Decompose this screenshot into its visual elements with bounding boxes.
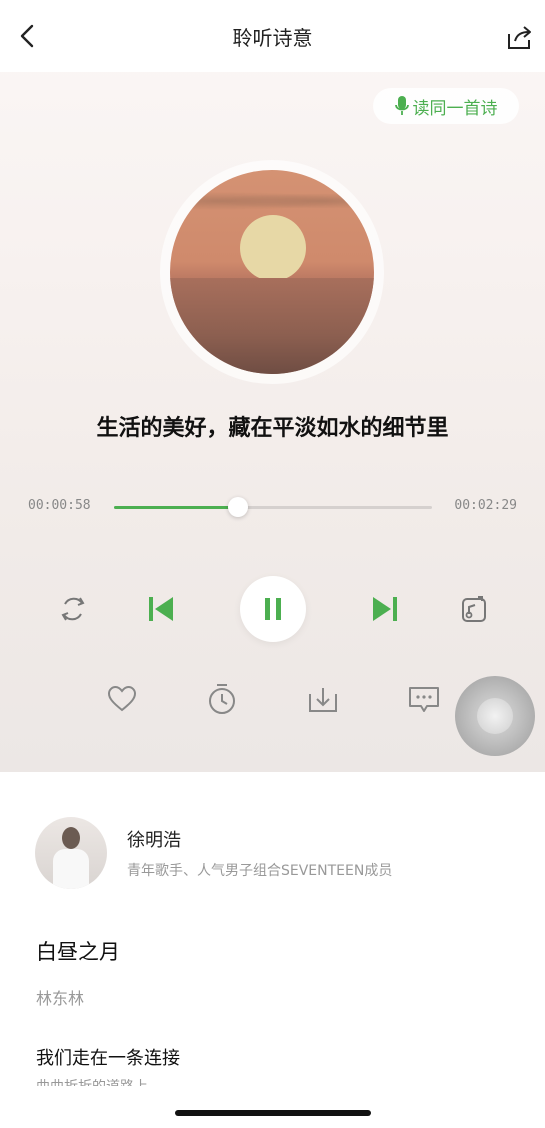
read-same-poem-button[interactable]: 读同一首诗 [373,88,519,124]
artist-description: 青年歌手、人气男子组合SEVENTEEN成员 [127,863,393,879]
poem-line: 我们走在一条连接 [36,1048,180,1069]
poem-title: 白昼之月 [36,940,120,964]
timer-icon[interactable] [206,682,238,716]
comment-icon[interactable] [407,684,441,716]
download-icon[interactable] [306,684,340,716]
artist-name[interactable]: 徐明浩 [127,826,181,852]
home-indicator [175,1110,371,1116]
poem-line-partial: 曲曲折折的道路上 [36,1076,226,1086]
poem-author: 林东林 [36,989,85,1008]
progress-fill [114,506,239,509]
album-art-sunset [170,170,374,374]
microphone-icon [394,96,409,115]
floating-assistive-button[interactable] [455,676,535,756]
current-lyric: 生活的美好，藏在平淡如水的细节里 [96,416,449,441]
nav-header: 聆听诗意 [0,0,545,72]
heart-icon[interactable] [106,684,138,714]
share-icon[interactable] [503,22,535,52]
pause-icon [265,598,281,620]
page-title: 聆听诗意 [232,26,313,50]
read-same-poem-label: 读同一首诗 [412,98,498,119]
progress-track[interactable] [114,497,432,517]
repeat-icon[interactable] [56,592,90,626]
progress-knob[interactable] [228,497,249,517]
elapsed-time: 00:00:58 [28,498,91,513]
album-disc [160,160,384,384]
pause-button[interactable] [240,576,306,642]
total-time: 00:02:29 [454,498,517,513]
playlist-icon[interactable] [458,593,490,625]
previous-icon[interactable] [146,594,176,624]
artist-avatar[interactable] [35,817,107,889]
next-icon[interactable] [370,594,400,624]
